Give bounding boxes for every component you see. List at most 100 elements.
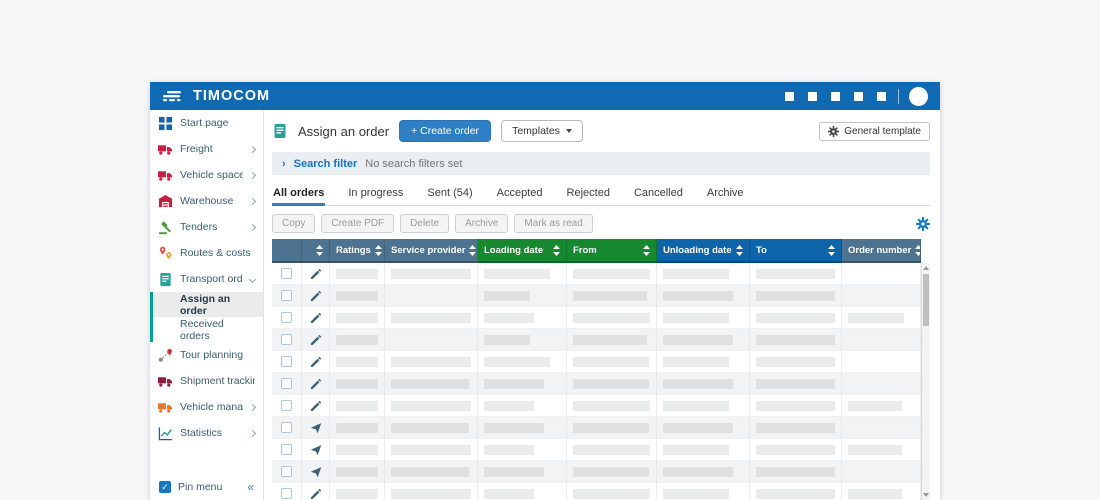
tab-accepted[interactable]: Accepted xyxy=(496,187,544,205)
create-pdf-button[interactable]: Create PDF xyxy=(321,214,394,233)
pencil-icon[interactable] xyxy=(310,356,322,368)
sidebar-subitem-assign-an-order[interactable]: Assign an order xyxy=(153,292,263,317)
tab-sent-54-[interactable]: Sent (54) xyxy=(426,187,473,205)
column-header-ratings[interactable]: Ratings xyxy=(330,239,385,263)
sidebar-item-label: Vehicle management xyxy=(180,401,243,413)
paper-plane-icon[interactable] xyxy=(310,444,322,456)
pin-menu-checkbox[interactable]: ✓ xyxy=(159,481,171,493)
row-checkbox[interactable] xyxy=(281,378,292,389)
row-data-cell xyxy=(750,417,842,439)
sidebar-item-shipment-tracking[interactable]: Shipment tracking xyxy=(150,368,263,394)
sidebar-subitem-received-orders[interactable]: Received orders xyxy=(153,317,263,342)
topbar-square-icon[interactable] xyxy=(877,92,886,101)
pencil-icon[interactable] xyxy=(310,312,322,324)
search-filter-bar[interactable]: › Search filter No search filters set xyxy=(272,152,930,175)
archive-button[interactable]: Archive xyxy=(455,214,508,233)
sort-icon[interactable] xyxy=(824,245,835,256)
create-order-button[interactable]: + Create order xyxy=(399,120,491,142)
pencil-icon[interactable] xyxy=(310,488,322,500)
row-data-cell xyxy=(657,307,750,329)
tab-rejected[interactable]: Rejected xyxy=(566,187,611,205)
row-data-cell xyxy=(330,329,385,351)
sort-icon[interactable] xyxy=(911,245,921,256)
row-checkbox[interactable] xyxy=(281,444,292,455)
sidebar-item-start-page[interactable]: Start page xyxy=(150,110,263,136)
sidebar-item-vehicle-management[interactable]: Vehicle management xyxy=(150,394,263,420)
placeholder-bar xyxy=(484,335,530,345)
sidebar-item-tour-planning[interactable]: Tour planning xyxy=(150,342,263,368)
sidebar-item-statistics[interactable]: Statistics xyxy=(150,420,263,446)
general-template-button[interactable]: General template xyxy=(819,122,930,141)
column-header-unloading-date[interactable]: Unloading date xyxy=(657,239,750,263)
row-data-cell xyxy=(567,483,657,500)
collapse-sidebar-icon[interactable]: « xyxy=(247,480,254,494)
tab-in-progress[interactable]: In progress xyxy=(347,187,404,205)
table-row xyxy=(272,417,921,439)
row-data-cell xyxy=(750,461,842,483)
pencil-icon[interactable] xyxy=(310,290,322,302)
placeholder-bar xyxy=(756,489,835,499)
pencil-icon[interactable] xyxy=(310,378,322,390)
sort-icon[interactable] xyxy=(465,245,476,256)
row-checkbox[interactable] xyxy=(281,400,292,411)
templates-button[interactable]: Templates xyxy=(501,120,583,142)
delete-button[interactable]: Delete xyxy=(400,214,449,233)
tab-archive[interactable]: Archive xyxy=(706,187,745,205)
column-header-service-provider[interactable]: Service provider xyxy=(385,239,478,263)
scrollbar-thumb[interactable] xyxy=(923,274,929,326)
row-checkbox[interactable] xyxy=(281,488,292,499)
row-data-cell xyxy=(842,395,921,417)
sidebar-item-routes-costs[interactable]: Routes & costs xyxy=(150,240,263,266)
topbar-square-icon[interactable] xyxy=(831,92,840,101)
paper-plane-icon[interactable] xyxy=(310,422,322,434)
row-checkbox[interactable] xyxy=(281,268,292,279)
copy-button[interactable]: Copy xyxy=(272,214,315,233)
sidebar-item-freight[interactable]: Freight xyxy=(150,136,263,162)
pencil-icon[interactable] xyxy=(310,400,322,412)
sidebar-item-transport-orders[interactable]: Transport orders xyxy=(150,266,263,292)
sidebar-item-label: Tour planning xyxy=(180,349,243,361)
topbar-divider xyxy=(898,89,899,104)
pencil-icon[interactable] xyxy=(310,268,322,280)
mark-as-read-button[interactable]: Mark as read xyxy=(514,214,592,233)
sidebar-item-warehouse[interactable]: Warehouse xyxy=(150,188,263,214)
row-checkbox[interactable] xyxy=(281,356,292,367)
sidebar-item-tenders[interactable]: Tenders xyxy=(150,214,263,240)
sidebar-item-label: Tenders xyxy=(180,221,217,233)
topbar-square-icon[interactable] xyxy=(808,92,817,101)
column-header-to[interactable]: To xyxy=(750,239,842,263)
user-avatar[interactable] xyxy=(909,87,928,106)
column-header-label: Order number xyxy=(848,245,911,256)
row-data-cell xyxy=(657,263,750,285)
sort-icon[interactable] xyxy=(732,245,743,256)
row-checkbox[interactable] xyxy=(281,466,292,477)
sort-icon[interactable] xyxy=(549,245,560,256)
topbar-square-icon[interactable] xyxy=(854,92,863,101)
topbar-square-icon[interactable] xyxy=(785,92,794,101)
pencil-icon[interactable] xyxy=(310,334,322,346)
sort-icon[interactable] xyxy=(312,245,323,256)
table-settings-gear-icon[interactable] xyxy=(916,217,930,231)
vertical-scrollbar[interactable] xyxy=(921,263,930,500)
row-checkbox[interactable] xyxy=(281,334,292,345)
tab-cancelled[interactable]: Cancelled xyxy=(633,187,684,205)
column-header-loading-date[interactable]: Loading date xyxy=(478,239,567,263)
column-header-order-number[interactable]: Order number xyxy=(842,239,921,263)
sort-icon[interactable] xyxy=(371,245,382,256)
column-header-from[interactable]: From xyxy=(567,239,657,263)
row-checkbox[interactable] xyxy=(281,290,292,301)
placeholder-bar xyxy=(756,291,835,301)
row-checkbox-cell xyxy=(272,307,302,329)
row-checkbox[interactable] xyxy=(281,312,292,323)
scroll-up-arrow-icon[interactable] xyxy=(923,266,929,270)
column-header-blank-1[interactable] xyxy=(302,239,330,263)
sort-icon[interactable] xyxy=(639,245,650,256)
sidebar-item-vehicle-space[interactable]: Vehicle space xyxy=(150,162,263,188)
scroll-down-arrow-icon[interactable] xyxy=(923,493,929,497)
gavel-icon xyxy=(158,220,173,235)
row-checkbox[interactable] xyxy=(281,422,292,433)
paper-plane-icon[interactable] xyxy=(310,466,322,478)
row-data-cell xyxy=(478,395,567,417)
row-data-cell xyxy=(567,263,657,285)
tab-all-orders[interactable]: All orders xyxy=(272,187,325,205)
